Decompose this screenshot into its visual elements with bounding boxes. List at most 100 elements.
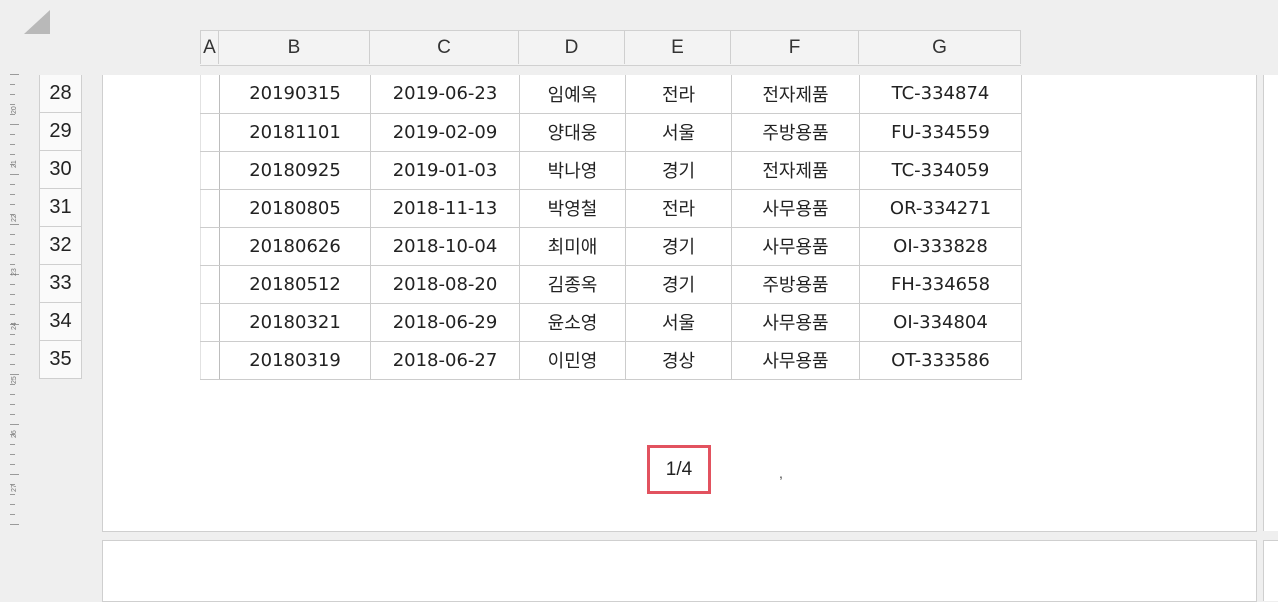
cell-f[interactable]: 사무용품 [731,303,860,342]
cell-f[interactable]: 전자제품 [731,151,860,190]
cell-b[interactable]: 20180319 [219,341,371,380]
table-row: 20180512 2018-08-20 김종옥 경기 주방용품 FH-334658 [200,265,1022,304]
cell-f[interactable]: 사무용품 [731,227,860,266]
ruler-tick [10,204,15,205]
cell-d[interactable]: 박나영 [519,151,626,190]
ruler-tick [10,104,15,105]
cell-f[interactable]: 전자제품 [731,75,860,114]
cell-a[interactable] [200,75,220,114]
table-row: 20190315 2019-06-23 임예옥 전라 전자제품 TC-334874 [200,75,1022,114]
cell-d[interactable]: 김종옥 [519,265,626,304]
cell-d[interactable]: 양대웅 [519,113,626,152]
cell-a[interactable] [200,227,220,266]
column-header-e[interactable]: E [625,31,731,64]
cell-e[interactable]: 전라 [625,75,732,114]
cell-b[interactable]: 20180512 [219,265,371,304]
ruler-tick [10,394,15,395]
ruler-tick [10,404,15,405]
ruler-tick [10,304,15,305]
cell-b[interactable]: 20181101 [219,113,371,152]
select-all-corner[interactable] [24,10,50,34]
ruler-tick [10,454,15,455]
cell-a[interactable] [200,151,220,190]
ruler-tick [10,174,19,175]
cell-d[interactable]: 최미애 [519,227,626,266]
ruler-tick [10,234,15,235]
row-header[interactable]: 32 [39,227,82,265]
cell-a[interactable] [200,189,220,228]
table-row: 20180321 2018-06-29 윤소영 서울 사무용품 OI-334804 [200,303,1022,342]
column-header-c[interactable]: C [370,31,519,64]
cell-e[interactable]: 서울 [625,303,732,342]
row-header[interactable]: 28 [39,75,82,113]
cell-g[interactable]: TC-334059 [859,151,1022,190]
cell-f[interactable]: 사무용품 [731,341,860,380]
row-header[interactable]: 30 [39,151,82,189]
cell-a[interactable] [200,341,220,380]
row-header[interactable]: 33 [39,265,82,303]
cell-d[interactable]: 임예옥 [519,75,626,114]
cell-e[interactable]: 경기 [625,151,732,190]
ruler-label: 20 [11,106,18,114]
cell-b[interactable]: 20180626 [219,227,371,266]
cell-b[interactable]: 20180805 [219,189,371,228]
vertical-ruler: 20 21 22 23 24 25 26 27 [8,74,28,529]
row-header-bar: 28 29 30 31 32 33 34 35 [39,75,82,379]
ruler-tick [10,514,15,515]
cell-f[interactable]: 사무용품 [731,189,860,228]
cell-e[interactable]: 전라 [625,189,732,228]
cell-g[interactable]: OI-334804 [859,303,1022,342]
cell-d[interactable]: 윤소영 [519,303,626,342]
cell-c[interactable]: 2019-02-09 [370,113,520,152]
cell-c[interactable]: 2018-10-04 [370,227,520,266]
cell-a[interactable] [200,113,220,152]
column-header-a[interactable]: A [200,31,219,64]
column-header-b[interactable]: B [219,31,370,64]
column-header-d[interactable]: D [519,31,625,64]
cell-d[interactable]: 이민영 [519,341,626,380]
cell-e[interactable]: 서울 [625,113,732,152]
next-page-edge [1263,75,1278,531]
cell-e[interactable]: 경상 [625,341,732,380]
row-header[interactable]: 29 [39,113,82,151]
cell-g[interactable]: OI-333828 [859,227,1022,266]
cell-c[interactable]: 2019-01-03 [370,151,520,190]
cell-g[interactable]: FH-334658 [859,265,1022,304]
ruler-label: 22 [11,214,18,222]
cell-c[interactable]: 2018-08-20 [370,265,520,304]
ruler-tick [10,184,15,185]
cell-d[interactable]: 박영철 [519,189,626,228]
cell-g[interactable]: TC-334874 [859,75,1022,114]
row-header[interactable]: 31 [39,189,82,227]
cell-b[interactable]: 20180321 [219,303,371,342]
row-header[interactable]: 34 [39,303,82,341]
ruler-tick [10,264,15,265]
footer-mark: , [779,465,783,481]
cell-g[interactable]: OT-333586 [859,341,1022,380]
table-row: 20180805 2018-11-13 박영철 전라 사무용품 OR-334271 [200,189,1022,228]
cell-e[interactable]: 경기 [625,227,732,266]
row-header[interactable]: 35 [39,341,82,379]
cell-c[interactable]: 2019-06-23 [370,75,520,114]
cell-c[interactable]: 2018-06-27 [370,341,520,380]
ruler-label: 27 [11,484,18,492]
cell-c[interactable]: 2018-06-29 [370,303,520,342]
table-row: 20180626 2018-10-04 최미애 경기 사무용품 OI-333828 [200,227,1022,266]
data-table: 20190315 2019-06-23 임예옥 전라 전자제품 TC-334874 2018… [200,75,1022,380]
column-header-g[interactable]: G [859,31,1021,64]
page-number-footer[interactable]: 1/4 [647,445,711,494]
cell-f[interactable]: 주방용품 [731,113,860,152]
cell-a[interactable] [200,265,220,304]
ruler-tick [10,74,19,75]
column-header-f[interactable]: F [731,31,859,64]
cell-a[interactable] [200,303,220,342]
ruler-label: 24 [11,322,18,330]
cell-e[interactable]: 경기 [625,265,732,304]
ruler-tick [10,194,15,195]
cell-g[interactable]: FU-334559 [859,113,1022,152]
cell-c[interactable]: 2018-11-13 [370,189,520,228]
cell-b[interactable]: 20180925 [219,151,371,190]
cell-g[interactable]: OR-334271 [859,189,1022,228]
cell-b[interactable]: 20190315 [219,75,371,114]
cell-f[interactable]: 주방용품 [731,265,860,304]
